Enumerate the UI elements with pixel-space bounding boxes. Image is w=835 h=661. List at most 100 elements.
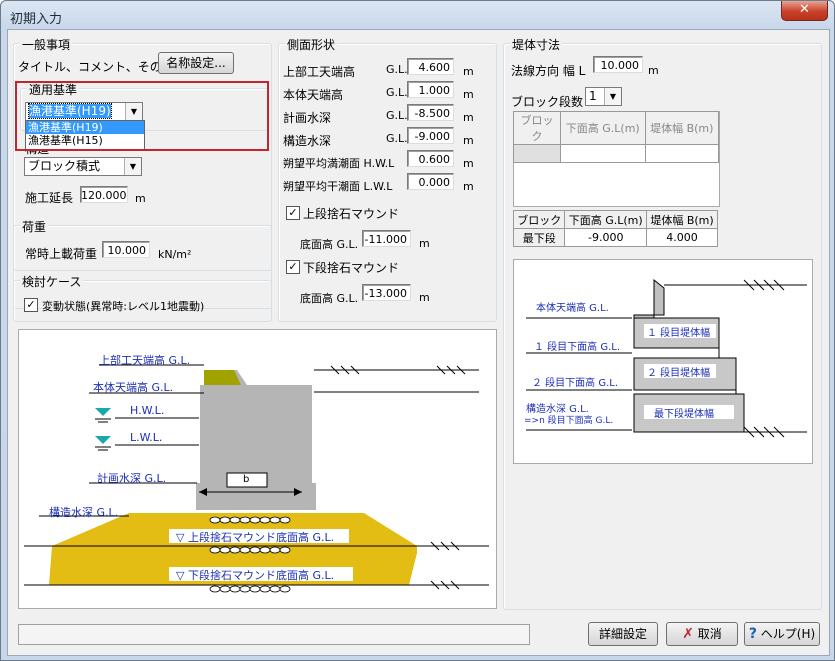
- blocks-label: ブロック段数: [511, 95, 584, 109]
- bd-body-top: 本体天端高 G.L.: [536, 303, 609, 314]
- cross-row-gl: G.L.: [386, 63, 408, 76]
- status-bar: [18, 624, 530, 645]
- cross-title: 側面形状: [285, 36, 338, 53]
- dg-lwl: L.W.L.: [130, 431, 163, 444]
- hwl-water-icon: [95, 408, 111, 416]
- highlight-box: [15, 81, 269, 151]
- close-button[interactable]: ✕: [781, 1, 828, 21]
- blocks-table[interactable]: ブロック 下面高 G.L(m) 堤体幅 B(m): [513, 111, 720, 207]
- bottom-row-width[interactable]: 4.000: [646, 228, 718, 247]
- bottom-col-width: 堤体幅 B(m): [646, 210, 718, 229]
- bottom-block-table: ブロック 下面高 G.L(m) 堤体幅 B(m) 最下段 -9.000 4.00…: [512, 210, 718, 247]
- cross-row-label: 計画水深: [283, 111, 332, 125]
- cross-row-input[interactable]: 0.600: [407, 150, 454, 167]
- cases-title: 検討ケース: [20, 273, 84, 290]
- cross-row-gl: G.L.: [386, 109, 408, 122]
- cross-row-unit: m: [463, 65, 474, 78]
- bottom-row-label: 最下段: [512, 228, 566, 247]
- blocks-row-header-empty: [513, 144, 561, 163]
- cross-row-input[interactable]: -9.000: [407, 127, 454, 144]
- cross-row-unit: m: [463, 157, 474, 170]
- cross-row-input[interactable]: 0.000: [407, 173, 454, 190]
- desc-label: タイトル、コメント、その他:: [18, 60, 178, 74]
- blocks-selected: 1: [589, 89, 597, 103]
- blocks-table-header: ブロック 下面高 G.L(m) 堤体幅 B(m): [513, 111, 720, 163]
- seismic-label: 変動状態(異常時:レベル1地震動): [42, 300, 205, 313]
- structure-selected: ブロック積式: [28, 159, 101, 173]
- window-title: 初期入力: [10, 12, 63, 27]
- cancel-button[interactable]: ✗ 取消: [666, 622, 738, 646]
- chevron-down-icon[interactable]: ▼: [124, 158, 141, 175]
- block-diagram-svg: [526, 278, 807, 438]
- dg-lower-mound: ▽ 下段捨石マウンド底面高 G.L.: [176, 569, 335, 582]
- help-button-label: ヘルプ(H): [760, 627, 816, 641]
- chevron-down-icon[interactable]: ▼: [604, 88, 621, 105]
- bd-nth-bottom: =>n 段目下面高 G.L.: [524, 416, 614, 426]
- cross-row-label: 構造水深: [283, 134, 332, 148]
- blocks-cell-empty-2[interactable]: [644, 144, 720, 163]
- cross-row-unit: m: [463, 111, 474, 124]
- load-title: 荷重: [20, 218, 49, 235]
- cross-row-unit: m: [463, 88, 474, 101]
- lower-bottom-input[interactable]: -13.000: [362, 284, 411, 301]
- blocks-col-block: ブロック: [513, 111, 561, 145]
- extension-unit: m: [135, 192, 146, 205]
- upper-mound-label: 上段捨石マウンド: [303, 207, 400, 221]
- bd-first-bottom: １ 段目下面高 G.L.: [534, 342, 621, 353]
- lower-mound-checkbox[interactable]: ✓: [286, 260, 300, 274]
- name-settings-button[interactable]: 名称設定...: [158, 52, 234, 74]
- upper-bottom-unit: m: [419, 237, 430, 250]
- blocks-select[interactable]: 1 ▼: [585, 87, 622, 106]
- cross-row-label: 本体天端高: [283, 88, 344, 102]
- dg-hwl: H.W.L.: [130, 404, 165, 417]
- dg-plan-depth: 計画水深 G.L.: [97, 472, 167, 485]
- cross-row-input[interactable]: 1.000: [407, 81, 454, 98]
- body-block: [196, 370, 316, 510]
- bd-first-width: １ 段目堤体幅: [647, 328, 711, 339]
- blocks-cell-empty-1[interactable]: [560, 144, 646, 163]
- general-title: 一般事項: [20, 36, 73, 53]
- cross-row-label: 上部工天端高: [283, 65, 356, 79]
- help-button[interactable]: ? ヘルプ(H): [744, 622, 820, 646]
- upper-bottom-input[interactable]: -11.000: [362, 230, 411, 247]
- blocks-col-width: 堤体幅 B(m): [644, 111, 720, 145]
- detail-settings-button[interactable]: 詳細設定: [588, 622, 658, 646]
- cancel-x-icon: ✗: [682, 626, 694, 642]
- load-unit: kN/m²: [158, 248, 192, 261]
- block-diagram: 本体天端高 G.L. １ 段目下面高 G.L. ２ 段目下面高 G.L. 構造水…: [513, 259, 813, 464]
- cross-row-input[interactable]: -8.500: [407, 104, 454, 121]
- lower-mound-label: 下段捨石マウンド: [303, 261, 400, 275]
- dg-upper-mound: ▽ 上段捨石マウンド底面高 G.L.: [176, 531, 335, 544]
- upper-bottom-label: 底面高 G.L.: [300, 238, 359, 251]
- dg-struct-depth: 構造水深 G.L.: [49, 506, 119, 519]
- dialog-window: 初期入力 ✕ 一般事項 タイトル、コメント、その他: 名称設定... 適用基準 …: [0, 0, 835, 661]
- structure-select[interactable]: ブロック積式 ▼: [24, 157, 142, 176]
- normal-input[interactable]: 10.000: [593, 56, 643, 73]
- block-crown: [633, 278, 665, 321]
- cross-row-gl: G.L.: [386, 86, 408, 99]
- normal-label: 法線方向 幅 L: [511, 64, 586, 78]
- cancel-button-label: 取消: [697, 627, 722, 641]
- cross-row-input[interactable]: 4.600: [407, 58, 454, 75]
- title-bar: 初期入力 ✕: [1, 1, 834, 29]
- bottom-row-bottom[interactable]: -9.000: [564, 228, 648, 247]
- cross-row-gl: G.L.: [386, 132, 408, 145]
- dg-top-gl: 上部工天端高 G.L.: [99, 354, 191, 367]
- extension-label: 施工延長: [25, 191, 74, 205]
- section-diagram: 上部工天端高 G.L. 本体天端高 G.L. H.W.L. L.W.L. 計画水…: [18, 329, 497, 609]
- load-input[interactable]: 10.000: [102, 241, 150, 258]
- dialog-client: 一般事項 タイトル、コメント、その他: 名称設定... 適用基準 漁港基準(H1…: [7, 29, 830, 656]
- dg-b-label: b: [243, 474, 250, 485]
- bottom-col-bottom: 下面高 G.L(m): [564, 210, 648, 229]
- seismic-checkbox[interactable]: ✓: [24, 298, 38, 312]
- upper-mound-checkbox[interactable]: ✓: [286, 206, 300, 220]
- help-question-icon: ?: [748, 626, 757, 642]
- cross-row-unit: m: [463, 180, 474, 193]
- bottom-col-block: ブロック: [512, 210, 566, 229]
- load-label: 常時上載荷重: [25, 247, 98, 261]
- normal-unit: m: [648, 64, 659, 77]
- cross-row-label: 朔望平均干潮面 L.W.L: [283, 180, 393, 193]
- cross-row-unit: m: [463, 134, 474, 147]
- extension-input[interactable]: 120.000: [80, 186, 128, 203]
- dg-body-gl: 本体天端高 G.L.: [93, 381, 174, 394]
